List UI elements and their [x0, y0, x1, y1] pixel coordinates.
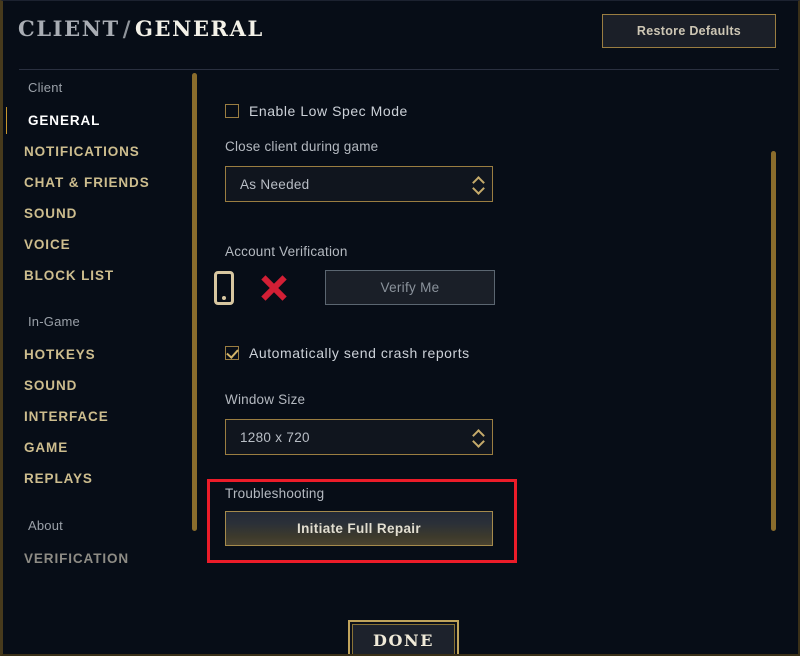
settings-window: CLIENT / GENERAL Restore Defaults Client G…	[0, 0, 800, 656]
sidebar-item-interface[interactable]: INTERFACE	[6, 401, 202, 432]
crash-reports-checkbox[interactable]	[225, 346, 239, 360]
crash-reports-checkbox-row[interactable]: Automatically send crash reports	[225, 345, 470, 361]
sidebar-item-voice[interactable]: VOICE	[6, 229, 202, 260]
breadcrumb-separator: /	[122, 16, 133, 41]
window-size-label: Window Size	[225, 392, 306, 407]
low-spec-mode-checkbox[interactable]	[225, 104, 239, 118]
sidebar-item-replays[interactable]: REPLAYS	[6, 463, 202, 494]
breadcrumb-parent: CLIENT	[18, 16, 120, 41]
verify-me-button[interactable]: Verify Me	[325, 270, 495, 305]
breadcrumb-active: GENERAL	[135, 16, 264, 41]
close-client-select[interactable]: As Needed	[225, 166, 493, 202]
sidebar-item-block-list[interactable]: BLOCK LIST	[6, 260, 202, 291]
account-verification-label: Account Verification	[225, 244, 348, 259]
close-client-label: Close client during game	[225, 139, 379, 154]
page-title: CLIENT / GENERAL	[18, 16, 264, 41]
header-divider	[19, 69, 779, 70]
sidebar-item-sound-client[interactable]: SOUND	[6, 198, 202, 229]
sidebar-group-label-client: Client	[28, 80, 63, 95]
troubleshooting-label: Troubleshooting	[225, 486, 325, 501]
sidebar-item-sound-in-game[interactable]: SOUND	[6, 370, 202, 401]
sidebar-item-notifications[interactable]: NOTIFICATIONS	[6, 136, 202, 167]
close-client-select-value: As Needed	[240, 176, 310, 192]
sidebar-item-verification[interactable]: VERIFICATION	[6, 543, 202, 574]
x-mark-icon	[257, 271, 291, 305]
chevron-updown-icon[interactable]	[466, 167, 492, 201]
sidebar-item-general[interactable]: GENERAL	[6, 105, 202, 136]
settings-content-panel: Enable Low Spec Mode Close client during…	[208, 73, 768, 613]
sidebar-group-label-about: About	[28, 518, 63, 533]
crash-reports-label: Automatically send crash reports	[249, 345, 470, 361]
account-verification-row: Verify Me	[208, 270, 495, 305]
low-spec-mode-checkbox-row[interactable]: Enable Low Spec Mode	[225, 103, 408, 119]
header-bar: CLIENT / GENERAL Restore Defaults	[3, 1, 798, 70]
sidebar-item-chat-and-friends[interactable]: CHAT & FRIENDS	[6, 167, 202, 198]
sidebar-item-hotkeys[interactable]: HOTKEYS	[6, 339, 202, 370]
sidebar-item-game[interactable]: GAME	[6, 432, 202, 463]
window-size-select-value: 1280 x 720	[240, 429, 310, 445]
content-scrollbar[interactable]	[771, 151, 776, 531]
done-button[interactable]: DONE	[348, 620, 459, 654]
sidebar-scrollbar[interactable]	[192, 73, 197, 531]
chevron-updown-icon[interactable]	[466, 420, 492, 454]
window-size-select[interactable]: 1280 x 720	[225, 419, 493, 455]
sidebar-nav[interactable]: Client GENERAL NOTIFICATIONS CHAT & FRIE…	[6, 71, 202, 631]
sidebar-group-label-in-game: In-Game	[28, 314, 80, 329]
low-spec-mode-label: Enable Low Spec Mode	[249, 103, 408, 119]
phone-icon	[214, 270, 234, 305]
restore-defaults-button[interactable]: Restore Defaults	[602, 14, 776, 48]
initiate-full-repair-button[interactable]: Initiate Full Repair	[225, 511, 493, 546]
